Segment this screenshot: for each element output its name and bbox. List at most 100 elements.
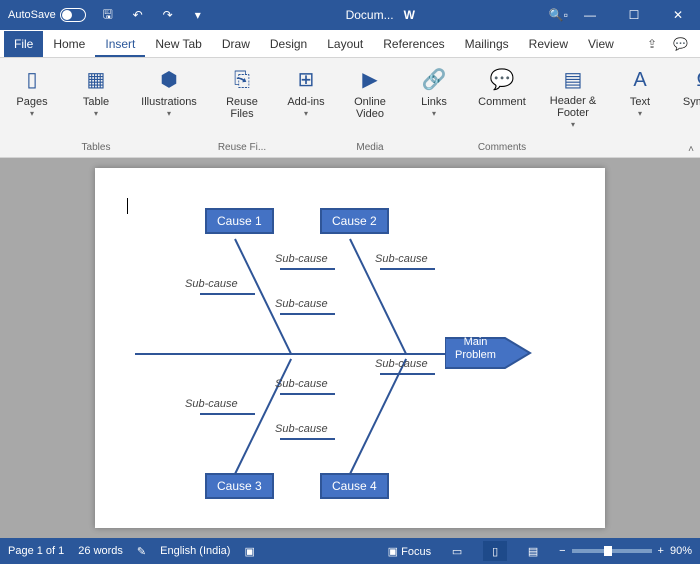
- text-icon: A: [626, 66, 654, 94]
- subcause-label[interactable]: Sub-cause: [275, 298, 328, 310]
- document-area[interactable]: MainProblem Cause 1 Cause 2 Cause 3 Caus…: [0, 158, 700, 538]
- reuse-icon: ⎘: [228, 66, 256, 94]
- video-icon: ▶: [356, 66, 384, 94]
- autosave-label: AutoSave: [8, 9, 56, 21]
- group-tables: ▦ Table▾ Tables: [64, 58, 128, 157]
- quick-access-toolbar: 🖫 ↶ ↷ ▾: [94, 0, 212, 30]
- read-mode-icon[interactable]: ▭: [445, 541, 469, 561]
- tab-newtab[interactable]: New Tab: [145, 31, 211, 57]
- collapse-ribbon-icon[interactable]: ˄: [688, 144, 694, 155]
- tab-layout[interactable]: Layout: [317, 31, 373, 57]
- cause3-box[interactable]: Cause 3: [205, 473, 274, 499]
- subcause-label[interactable]: Sub-cause: [275, 423, 328, 435]
- zoom-in-icon[interactable]: +: [658, 545, 664, 557]
- accessibility-icon[interactable]: ▣: [244, 545, 254, 558]
- minimize-button[interactable]: —: [568, 0, 612, 30]
- print-layout-icon[interactable]: ▯: [483, 541, 507, 561]
- header-icon: ▤: [559, 66, 587, 93]
- subline[interactable]: [200, 413, 255, 415]
- tab-mailings[interactable]: Mailings: [455, 31, 519, 57]
- links-button[interactable]: 🔗 Links▾: [408, 62, 460, 134]
- redo-icon[interactable]: ↷: [154, 0, 182, 30]
- comment-icon: 💬: [488, 66, 516, 94]
- web-layout-icon[interactable]: ▤: [521, 541, 545, 561]
- subline[interactable]: [380, 268, 435, 270]
- subcause-label[interactable]: Sub-cause: [275, 378, 328, 390]
- document-title: Docum... W: [212, 8, 549, 22]
- tab-file[interactable]: File: [4, 31, 43, 57]
- group-links: 🔗 Links▾: [402, 58, 466, 157]
- reuse-files-button[interactable]: ⎘ Reuse Files: [216, 62, 268, 134]
- text-button[interactable]: A Text▾: [614, 62, 666, 134]
- tab-home[interactable]: Home: [43, 31, 95, 57]
- tab-draw[interactable]: Draw: [212, 31, 260, 57]
- focus-mode[interactable]: ▣ Focus: [388, 545, 431, 558]
- zoom-slider[interactable]: [572, 549, 652, 553]
- pages-button[interactable]: ▯ Pages▾: [6, 62, 58, 134]
- ribbon: ▯ Pages▾ ▦ Table▾ Tables ⬢ Illustrations…: [0, 58, 700, 158]
- table-icon: ▦: [82, 66, 110, 94]
- zoom-value[interactable]: 90%: [670, 545, 692, 557]
- zoom-out-icon[interactable]: −: [559, 545, 565, 557]
- group-label-media: Media: [344, 140, 396, 157]
- maximize-button[interactable]: ☐: [612, 0, 656, 30]
- online-video-button[interactable]: ▶ Online Video: [344, 62, 396, 134]
- subline[interactable]: [280, 393, 335, 395]
- word-count[interactable]: 26 words: [78, 545, 123, 557]
- group-text: A Text▾: [608, 58, 672, 157]
- symbols-icon: Ω: [690, 66, 700, 94]
- cause4-box[interactable]: Cause 4: [320, 473, 389, 499]
- save-icon[interactable]: 🖫: [94, 0, 122, 30]
- subline[interactable]: [380, 373, 435, 375]
- language-indicator[interactable]: English (India): [160, 545, 230, 557]
- table-button[interactable]: ▦ Table▾: [70, 62, 122, 134]
- branch4-line[interactable]: [349, 359, 407, 475]
- illustrations-button[interactable]: ⬢ Illustrations▾: [134, 62, 204, 134]
- close-button[interactable]: ✕: [656, 0, 700, 30]
- addins-button[interactable]: ⊞ Add-ins▾: [280, 62, 332, 134]
- group-comments: 💬 Comment Comments: [466, 58, 538, 157]
- comments-icon[interactable]: 💬: [665, 31, 696, 57]
- tab-review[interactable]: Review: [519, 31, 578, 57]
- group-header: ▤ Header & Footer▾: [538, 58, 608, 157]
- cause1-box[interactable]: Cause 1: [205, 208, 274, 234]
- page-indicator[interactable]: Page 1 of 1: [8, 545, 64, 557]
- branch3-line[interactable]: [234, 359, 292, 475]
- main-problem-label: MainProblem: [455, 336, 496, 362]
- zoom-control[interactable]: − + 90%: [559, 545, 692, 557]
- subline[interactable]: [200, 293, 255, 295]
- page[interactable]: MainProblem Cause 1 Cause 2 Cause 3 Caus…: [95, 168, 605, 528]
- subcause-label[interactable]: Sub-cause: [375, 358, 428, 370]
- group-illustrations: ⬢ Illustrations▾: [128, 58, 210, 157]
- group-addins: ⊞ Add-ins▾: [274, 58, 338, 157]
- fishbone-diagram[interactable]: MainProblem Cause 1 Cause 2 Cause 3 Caus…: [125, 198, 575, 508]
- subcause-label[interactable]: Sub-cause: [275, 253, 328, 265]
- symbols-button[interactable]: Ω Symbols▾: [678, 62, 700, 134]
- titlebar: AutoSave 🖫 ↶ ↷ ▾ Docum... W 🔍 ▫ — ☐ ✕: [0, 0, 700, 30]
- toggle-off-icon[interactable]: [60, 8, 86, 22]
- subline[interactable]: [280, 438, 335, 440]
- subcause-label[interactable]: Sub-cause: [375, 253, 428, 265]
- illustrations-icon: ⬢: [155, 66, 183, 94]
- comment-button[interactable]: 💬 Comment: [472, 62, 532, 134]
- addins-icon: ⊞: [292, 66, 320, 94]
- subcause-label[interactable]: Sub-cause: [185, 398, 238, 410]
- undo-icon[interactable]: ↶: [124, 0, 152, 30]
- subline[interactable]: [280, 268, 335, 270]
- autosave-toggle[interactable]: AutoSave: [0, 8, 94, 22]
- tab-design[interactable]: Design: [260, 31, 317, 57]
- tab-insert[interactable]: Insert: [95, 31, 145, 57]
- group-label-comments: Comments: [472, 140, 532, 157]
- group-media: ▶ Online Video Media: [338, 58, 402, 157]
- share-icon[interactable]: ⇪: [639, 31, 665, 57]
- group-reuse: ⎘ Reuse Files Reuse Fi...: [210, 58, 274, 157]
- qat-dropdown-icon[interactable]: ▾: [184, 0, 212, 30]
- cause2-box[interactable]: Cause 2: [320, 208, 389, 234]
- tab-view[interactable]: View: [578, 31, 624, 57]
- header-footer-button[interactable]: ▤ Header & Footer▾: [544, 62, 602, 134]
- tab-references[interactable]: References: [373, 31, 454, 57]
- spell-check-icon[interactable]: ✎: [137, 545, 146, 558]
- search-icon[interactable]: 🔍: [549, 8, 564, 22]
- subcause-label[interactable]: Sub-cause: [185, 278, 238, 290]
- subline[interactable]: [280, 313, 335, 315]
